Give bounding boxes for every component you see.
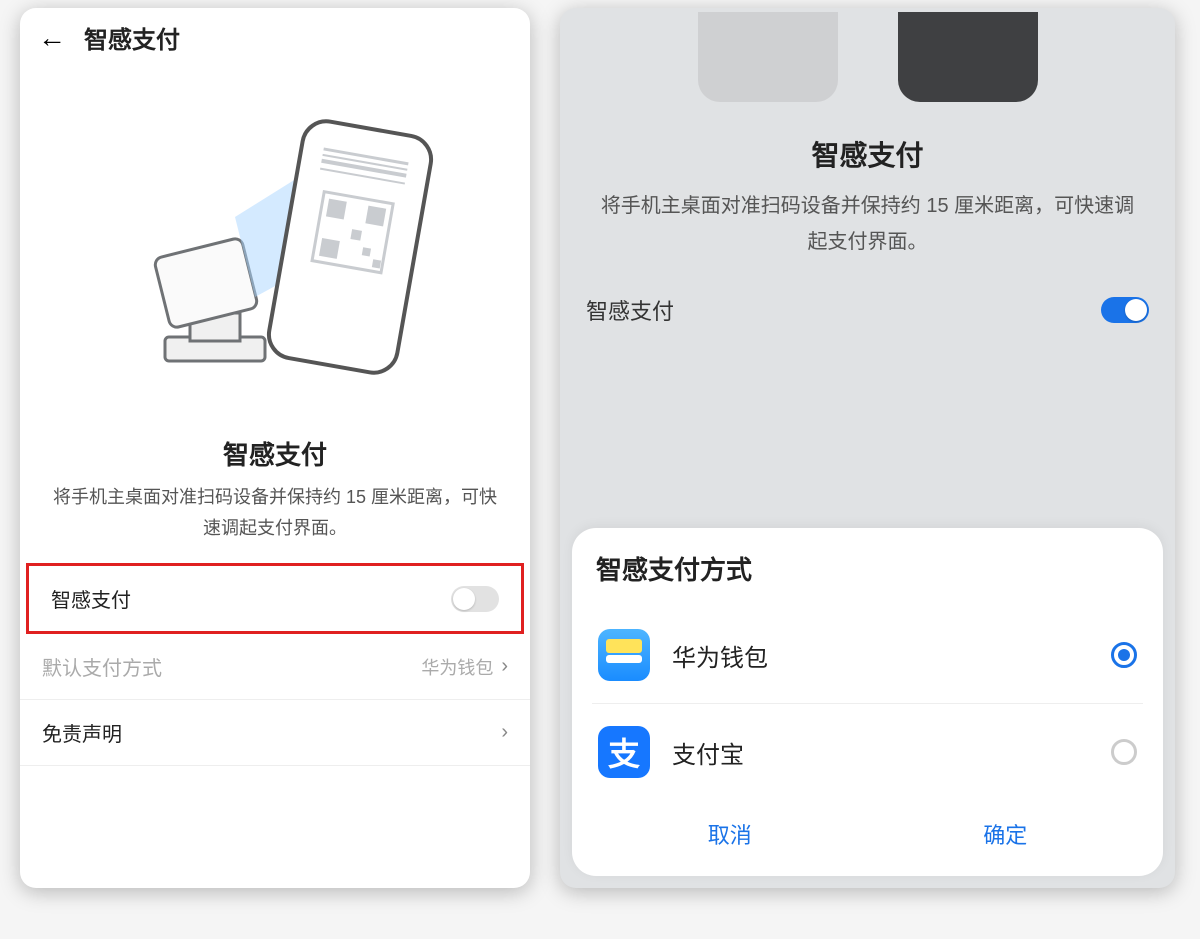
default-payment-label: 默认支付方式 [42, 652, 162, 681]
alipay-icon: 支 [598, 726, 650, 778]
feature-description: 将手机主桌面对准扫码设备并保持约 15 厘米距离，可快速调起支付界面。 [560, 174, 1175, 280]
chevron-right-icon: › [501, 721, 508, 744]
default-payment-value: 华为钱包 [421, 654, 493, 680]
radio-unselected[interactable] [1111, 739, 1137, 765]
huawei-wallet-icon [598, 629, 650, 681]
feature-illustration [20, 67, 530, 427]
feature-title: 智感支付 [20, 435, 530, 472]
right-screenshot: 智感支付 将手机主桌面对准扫码设备并保持约 15 厘米距离，可快速调起支付界面。… [560, 8, 1175, 888]
left-screenshot: ← 智感支付 [20, 8, 530, 888]
modal-title: 智感支付方式 [592, 550, 1143, 587]
option-label: 华为钱包 [672, 638, 768, 673]
smart-pay-toggle[interactable] [1101, 297, 1149, 323]
toggle-label: 智感支付 [51, 584, 131, 613]
disclaimer-label: 免责声明 [42, 718, 122, 747]
default-payment-row[interactable]: 默认支付方式 华为钱包 › [20, 634, 530, 700]
smart-pay-toggle[interactable] [451, 586, 499, 612]
modal-actions: 取消 确定 [592, 800, 1143, 870]
smart-pay-toggle-row[interactable]: 智感支付 [560, 280, 1175, 348]
chevron-right-icon: › [501, 655, 508, 678]
feature-title: 智感支付 [560, 134, 1175, 174]
disclaimer-row[interactable]: 免责声明 › [20, 700, 530, 766]
payment-method-modal: 智感支付方式 华为钱包 支 支付宝 取消 确定 [572, 528, 1163, 876]
smart-pay-toggle-row[interactable]: 智感支付 [29, 566, 521, 631]
cancel-button[interactable]: 取消 [592, 818, 868, 850]
page-title: 智感支付 [84, 20, 180, 55]
radio-selected[interactable] [1111, 642, 1137, 668]
option-huawei-wallet[interactable]: 华为钱包 [592, 607, 1143, 704]
feature-description: 将手机主桌面对准扫码设备并保持约 15 厘米距离，可快速调起支付界面。 [20, 472, 530, 563]
header: ← 智感支付 [20, 8, 530, 67]
option-label: 支付宝 [672, 735, 744, 770]
top-illustration [560, 8, 1175, 108]
option-alipay[interactable]: 支 支付宝 [592, 704, 1143, 800]
highlighted-toggle-row: 智感支付 [26, 563, 524, 634]
toggle-label: 智感支付 [586, 294, 674, 326]
confirm-button[interactable]: 确定 [868, 818, 1144, 850]
back-arrow-icon[interactable]: ← [38, 24, 66, 52]
